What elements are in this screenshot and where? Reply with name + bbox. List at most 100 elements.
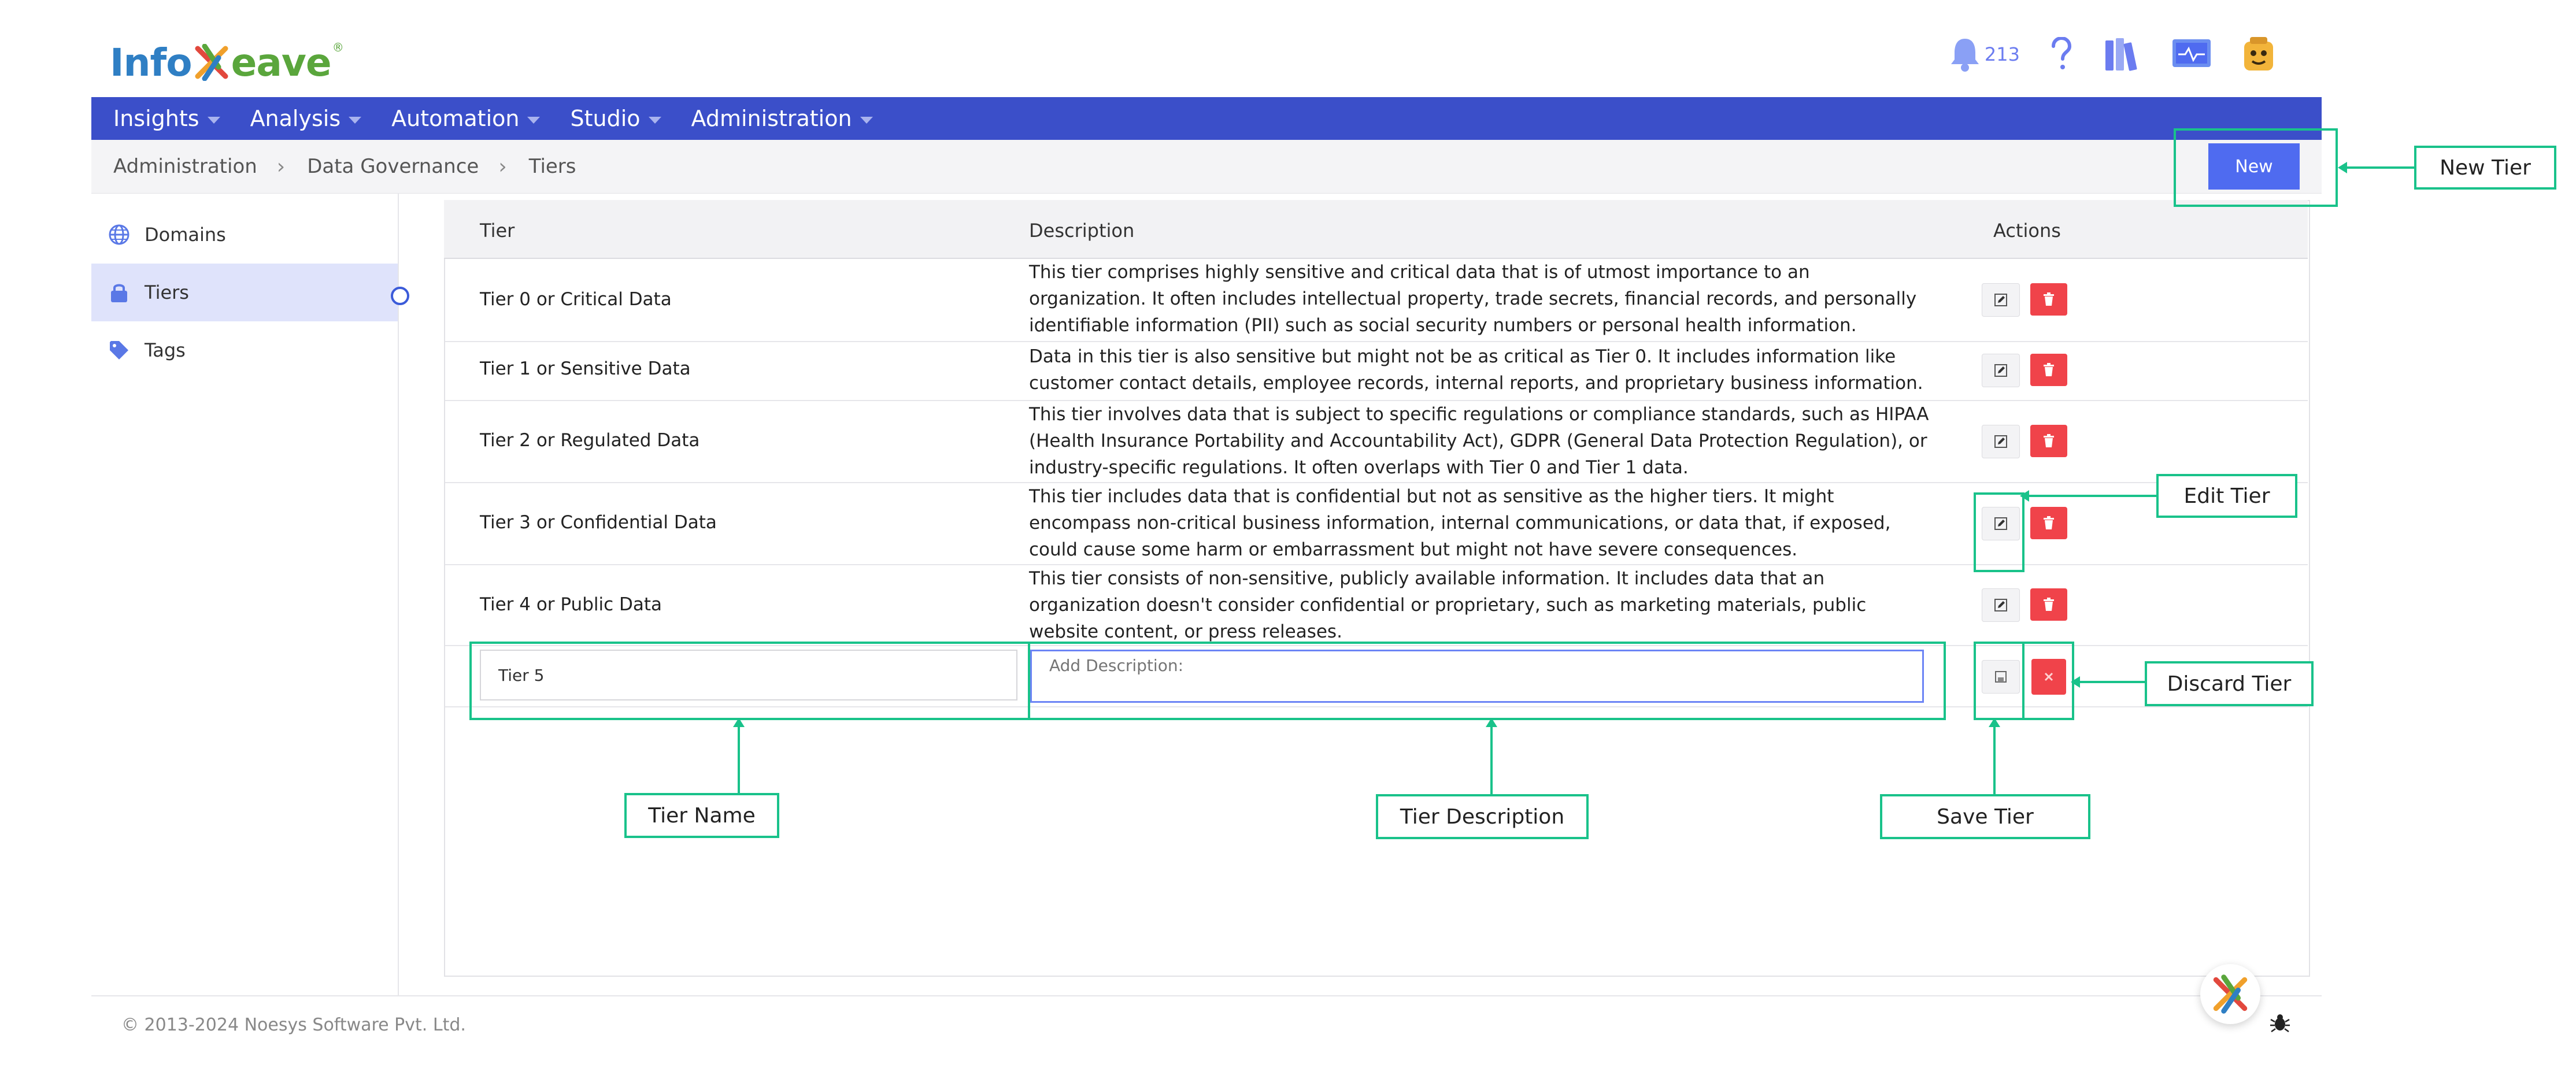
breadcrumb: Administration › Data Governance › Tiers [91,140,2322,194]
footer-divider [91,995,2322,996]
nav-automation[interactable]: Automation [391,106,541,131]
edit-tier-button[interactable] [1982,283,2020,317]
new-tier-button[interactable]: New [2208,143,2300,190]
sidebar: Domains Tiers Tags [91,193,399,996]
assistant-button[interactable] [2200,964,2260,1024]
delete-tier-button[interactable] [2030,507,2067,539]
callout-new-tier: New Tier [2414,146,2556,190]
trash-icon [2044,292,2054,306]
main-nav: Insights Analysis Automation Studio Admi… [91,97,2322,140]
edit-tier-button[interactable] [1982,425,2020,458]
infoweave-logo[interactable]: Info eave ® [110,34,344,91]
tier-description-cell: Data in this tier is also sensitive but … [1029,346,1923,394]
tier-name-cell: Tier 4 or Public Data [480,594,662,615]
nav-studio[interactable]: Studio [570,106,661,131]
logo-weave-icon [195,44,228,81]
callout-discard-tier: Discard Tier [2145,661,2314,706]
callout-edit-tier: Edit Tier [2156,474,2297,518]
trash-icon [2044,516,2054,529]
column-header-actions: Actions [1993,220,2061,242]
edit-tier-button[interactable] [1982,588,2020,622]
sidebar-collapse-handle[interactable] [391,287,409,305]
trash-icon [2044,434,2054,447]
arrow-up-icon [1486,718,1497,727]
chevron-right-icon: › [276,154,286,179]
tier-description-cell: This tier includes data that is confiden… [1029,486,1891,560]
nav-administration[interactable]: Administration [691,106,873,131]
monitor-icon[interactable] [2171,37,2212,72]
nav-label: Insights [113,106,199,131]
pencil-icon [1994,599,2007,611]
connector-line [2079,681,2154,683]
arrow-up-icon [1989,718,2000,727]
nav-analysis[interactable]: Analysis [250,106,362,131]
close-icon [2044,672,2053,681]
chevron-down-icon [860,117,873,124]
save-icon [1995,671,2007,683]
notifications-count: 213 [1984,43,2020,65]
connector-line [2028,495,2167,497]
trash-icon [2044,598,2054,611]
edit-tier-button[interactable] [1982,507,2020,540]
arrow-left-icon [2071,676,2080,688]
connector-line [1490,725,1493,798]
library-icon[interactable] [2103,36,2141,73]
breadcrumb-tiers: Tiers [528,155,576,178]
chevron-down-icon [648,117,661,124]
lock-icon [111,284,127,302]
header-icons: 213 [1949,36,2275,73]
weave-logo-icon [2213,974,2248,1014]
delete-tier-button[interactable] [2030,425,2067,457]
callout-save-tier: Save Tier [1880,794,2090,839]
nav-insights[interactable]: Insights [113,106,220,131]
bug-report-icon[interactable] [2270,1013,2290,1033]
connector-line [1993,725,1996,799]
footer-copyright: © 2013-2024 Noesys Software Pvt. Ltd. [121,1015,466,1035]
pencil-icon [1994,517,2007,530]
discard-tier-button[interactable] [2031,659,2066,695]
tier-description-cell: This tier consists of non-sensitive, pub… [1029,568,1867,642]
delete-tier-button[interactable] [2030,283,2067,316]
chevron-right-icon: › [498,154,507,179]
arrow-up-icon [733,718,745,727]
chevron-down-icon [527,117,541,124]
connector-line [738,725,740,798]
callout-tier-description: Tier Description [1376,794,1589,839]
tier-name-cell: Tier 1 or Sensitive Data [480,358,691,379]
breadcrumb-administration[interactable]: Administration [91,155,257,178]
sidebar-item-label: Tiers [145,281,189,303]
notifications-button[interactable]: 213 [1949,36,2020,72]
nav-label: Automation [391,106,520,131]
chevron-down-icon [349,117,362,124]
user-avatar-icon[interactable] [2242,36,2275,73]
column-header-description[interactable]: Description [1029,220,1134,242]
bell-icon [1950,39,1979,72]
tier-name-cell: Tier 3 or Confidential Data [480,512,717,533]
globe-icon [109,224,129,245]
tier-description-cell: This tier comprises highly sensitive and… [1029,262,1917,336]
delete-tier-button[interactable] [2030,588,2067,621]
breadcrumb-data-governance[interactable]: Data Governance [285,155,479,178]
nav-label: Analysis [250,106,341,131]
delete-tier-button[interactable] [2030,354,2067,386]
tag-icon [110,341,128,359]
pencil-icon [1994,294,2007,306]
connector-line [2347,166,2422,169]
save-tier-button[interactable] [1982,660,2020,694]
column-header-tier[interactable]: Tier [480,220,515,242]
tier-name-cell: Tier 2 or Regulated Data [480,430,700,451]
trash-icon [2044,363,2054,376]
nav-label: Studio [570,106,641,131]
sidebar-item-domains[interactable]: Domains [91,206,398,264]
sidebar-item-label: Tags [145,339,186,361]
arrow-left-icon [2020,490,2029,502]
tier-description-cell: This tier involves data that is subject … [1029,404,1929,478]
tier-name-input[interactable] [480,650,1017,700]
sidebar-item-tags[interactable]: Tags [91,321,398,379]
pencil-icon [1994,364,2007,377]
pencil-icon [1994,435,2007,448]
help-icon[interactable] [2050,37,2073,72]
tier-description-input[interactable] [1030,650,1924,703]
edit-tier-button[interactable] [1982,354,2020,387]
sidebar-item-tiers[interactable]: Tiers [91,264,398,321]
